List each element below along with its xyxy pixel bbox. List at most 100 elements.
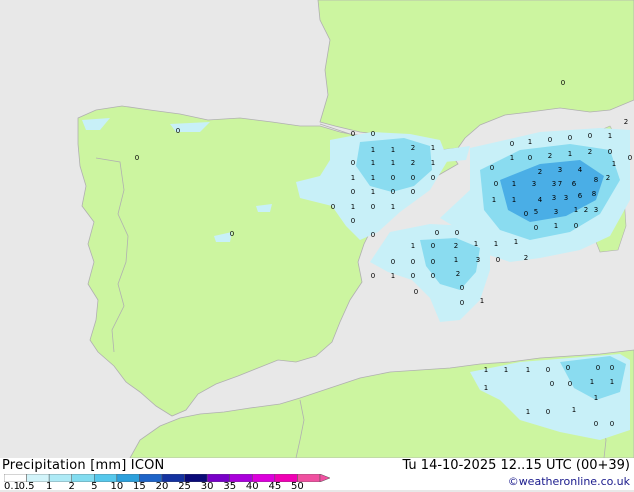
cell-label: 1 xyxy=(391,146,395,154)
cell-label: 0 xyxy=(490,164,494,172)
map-title: Precipitation [mm] ICON xyxy=(2,458,165,473)
cell-label: 0 xyxy=(610,420,614,428)
cell-label: 1 xyxy=(590,378,594,386)
cell-label: 1 xyxy=(574,206,578,214)
cell-label: 1 xyxy=(391,203,395,211)
cell-label: 0 xyxy=(561,79,565,87)
cell-label: 0 xyxy=(371,231,375,239)
cell-label: 2 xyxy=(454,242,458,250)
scale-label: 5 xyxy=(91,481,98,492)
cell-label: 0 xyxy=(391,258,395,266)
footer-bar: Precipitation [mm] ICON Tu 14-10-2025 12… xyxy=(0,458,634,492)
cell-label: 1 xyxy=(594,394,598,402)
cell-label: 2 xyxy=(411,144,415,152)
cell-label: 0 xyxy=(391,188,395,196)
cell-label: 0 xyxy=(391,174,395,182)
cell-label: 3 xyxy=(558,166,562,174)
cell-label: 1 xyxy=(612,160,616,168)
cell-label: 1 xyxy=(554,222,558,230)
cell-label: 0 xyxy=(496,256,500,264)
cell-label: 3 xyxy=(552,180,556,188)
cell-label: 2 xyxy=(548,152,552,160)
cell-label: 1 xyxy=(512,196,516,204)
cell-label: 0 xyxy=(411,188,415,196)
cell-label: 0 xyxy=(596,364,600,372)
cell-label: 0 xyxy=(431,258,435,266)
cell-label: 0 xyxy=(460,284,464,292)
cell-label: 0 xyxy=(546,408,550,416)
cell-label: 1 xyxy=(431,144,435,152)
cell-label: 6 xyxy=(578,192,583,200)
scale-label: 40 xyxy=(245,481,259,492)
cell-label: 3 xyxy=(554,208,558,216)
cell-label: 0 xyxy=(331,203,335,211)
cell-label: 1 xyxy=(484,366,488,374)
cell-label: 1 xyxy=(351,203,355,211)
cell-label: 0 xyxy=(351,130,355,138)
cell-label: 2 xyxy=(624,118,628,126)
cell-label: 2 xyxy=(588,148,592,156)
cell-label: 0 xyxy=(528,154,532,162)
cell-label: 1 xyxy=(480,297,484,305)
scale-label: 35 xyxy=(223,481,237,492)
credit-link[interactable]: ©weatheronline.co.uk xyxy=(508,475,630,488)
cell-label: 3 xyxy=(552,194,556,202)
cell-label: 1 xyxy=(431,159,435,167)
cell-label: 1 xyxy=(371,174,375,182)
cell-label: 0 xyxy=(610,364,614,372)
scale-label: 15 xyxy=(133,481,146,492)
cell-label: 0 xyxy=(510,140,514,148)
valid-time: Tu 14-10-2025 12..15 UTC (00+39) xyxy=(402,458,630,473)
scale-label: 10 xyxy=(110,481,124,492)
cell-label: 0 xyxy=(574,222,578,230)
cell-label: 0 xyxy=(431,272,435,280)
cell-label: 1 xyxy=(371,188,375,196)
cell-label: 2 xyxy=(584,206,588,214)
cell-label: 1 xyxy=(391,272,395,280)
cell-label: 2 xyxy=(538,168,542,176)
cell-label: 2 xyxy=(411,159,415,167)
scale-label: 0.5 xyxy=(18,481,35,492)
cell-label: 0 xyxy=(494,180,498,188)
cell-label: 1 xyxy=(528,138,532,146)
cell-label: 0 xyxy=(546,366,550,374)
cell-label: 0 xyxy=(411,174,415,182)
cell-label: 1 xyxy=(391,159,395,167)
cell-label: 1 xyxy=(411,242,415,250)
cell-label: 0 xyxy=(411,272,415,280)
cell-label: 0 xyxy=(608,148,612,156)
cell-label: 1 xyxy=(371,159,375,167)
cell-label: 1 xyxy=(608,132,612,140)
scale-label: 2 xyxy=(68,481,75,492)
cell-label: 3 xyxy=(532,180,536,188)
cell-label: 1 xyxy=(526,366,530,374)
scale-label: 0.1 xyxy=(4,481,20,492)
cell-label: 0 xyxy=(455,229,459,237)
cell-label: 1 xyxy=(494,240,498,248)
cell-label: 0 xyxy=(524,210,528,218)
cell-label: 0 xyxy=(230,230,234,238)
cell-label: 3 xyxy=(476,256,480,264)
cell-label: 1 xyxy=(351,174,355,182)
scale-label: 30 xyxy=(200,481,214,492)
cell-label: 8 xyxy=(594,176,598,184)
cell-label: 0 xyxy=(594,420,598,428)
cell-label: 7 xyxy=(558,180,562,188)
cell-label: 0 xyxy=(176,127,180,135)
cell-label: 1 xyxy=(484,384,488,392)
cell-label: 3 xyxy=(564,194,568,202)
cell-label: 2 xyxy=(456,270,460,278)
cell-label: 0 xyxy=(135,154,139,162)
cell-label: 0 xyxy=(351,217,355,225)
cell-label: 0 xyxy=(431,174,435,182)
cell-label: 6 xyxy=(572,180,577,188)
precipitation-map: 0 0 0 0 0 0 1 1 2 1 0 1 1 2 1 1 1 0 0 0 … xyxy=(0,0,634,458)
cell-label: 1 xyxy=(526,408,530,416)
cell-label: 0 xyxy=(628,154,632,162)
cell-label: 1 xyxy=(474,240,478,248)
cell-label: 5 xyxy=(534,208,538,216)
cell-label: 0 xyxy=(568,380,572,388)
cell-label: 0 xyxy=(371,272,375,280)
cell-label: 1 xyxy=(512,180,516,188)
cell-label: 1 xyxy=(504,366,508,374)
